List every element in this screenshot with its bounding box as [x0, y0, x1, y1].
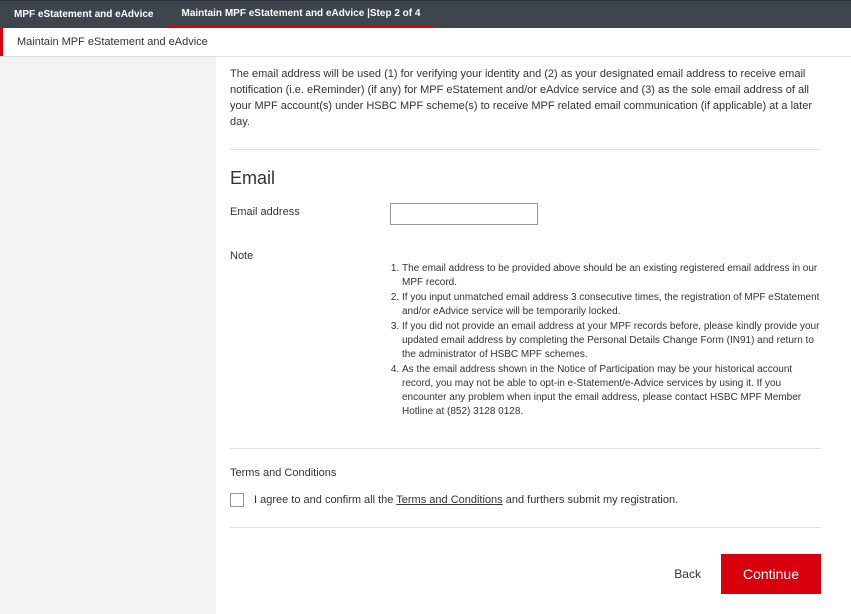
terms-checkbox-row: I agree to and confirm all the Terms and…: [230, 493, 821, 507]
note-item: As the email address shown in the Notice…: [402, 363, 821, 419]
note-item: If you input unmatched email address 3 c…: [402, 291, 821, 319]
terms-heading: Terms and Conditions: [230, 467, 821, 479]
sub-tab-bar: Maintain MPF eStatement and eAdvice: [0, 28, 851, 57]
top-tab-maintain[interactable]: Maintain MPF eStatement and eAdvice |Ste…: [167, 1, 434, 28]
actions-row: Back Continue: [230, 554, 821, 594]
terms-text-suffix: and furthers submit my registration.: [503, 494, 678, 506]
terms-text-prefix: I agree to and confirm all the: [254, 494, 396, 506]
sub-tab-label: Maintain MPF eStatement and eAdvice: [17, 36, 208, 48]
intro-text: The email address will be used (1) for v…: [230, 67, 821, 149]
note-label: Note: [230, 247, 390, 262]
continue-button[interactable]: Continue: [721, 554, 821, 594]
email-heading: Email: [230, 168, 821, 189]
divider: [230, 448, 821, 449]
sub-tab-maintain[interactable]: Maintain MPF eStatement and eAdvice: [0, 28, 222, 56]
divider: [230, 149, 821, 150]
note-list: The email address to be provided above s…: [390, 262, 821, 419]
sidebar: [0, 57, 216, 614]
top-tab-label: Maintain MPF eStatement and eAdvice |Ste…: [181, 8, 420, 19]
divider: [230, 527, 821, 528]
email-input[interactable]: [390, 203, 538, 225]
top-tab-bar: MPF eStatement and eAdvice Maintain MPF …: [0, 0, 851, 28]
note-row: Note: [230, 247, 821, 262]
top-tab-estatement[interactable]: MPF eStatement and eAdvice: [0, 1, 167, 28]
terms-checkbox[interactable]: [230, 493, 244, 507]
email-label: Email address: [230, 203, 390, 225]
terms-link[interactable]: Terms and Conditions: [396, 494, 502, 506]
top-tab-label: MPF eStatement and eAdvice: [14, 9, 153, 20]
email-row: Email address: [230, 203, 821, 225]
back-button[interactable]: Back: [674, 567, 701, 581]
main-content: The email address will be used (1) for v…: [216, 57, 851, 614]
note-item: If you did not provide an email address …: [402, 320, 821, 362]
note-item: The email address to be provided above s…: [402, 262, 821, 290]
